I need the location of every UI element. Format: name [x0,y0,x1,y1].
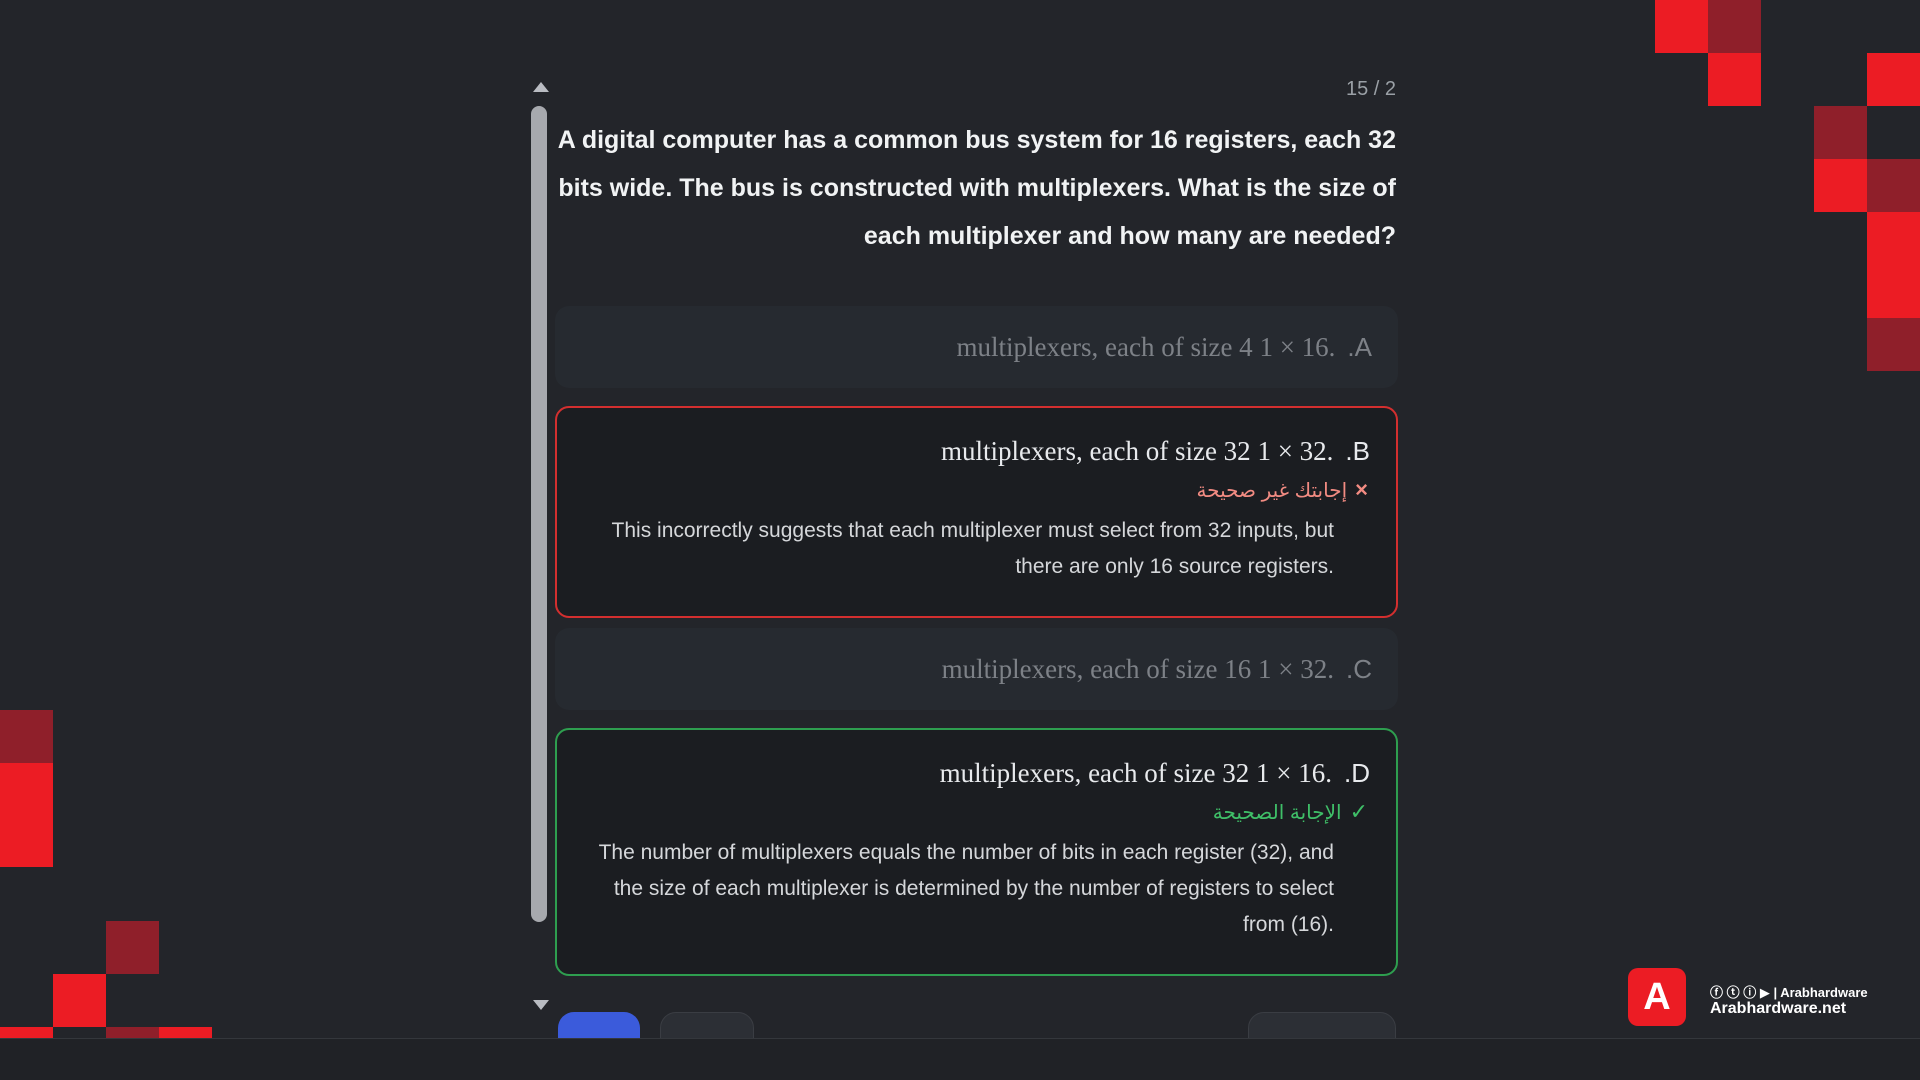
social-handles: ⓕ ⓣ ⓘ ▶ | Arabhardware [1710,985,1868,1000]
option-letter: C. [1345,653,1372,684]
wrong-answer-verdict: × إجابتك غير صحيحة [581,477,1370,503]
question-text: A digital computer has a common bus syst… [557,126,1396,250]
deco-square [0,763,53,867]
deco-square [1867,212,1920,318]
option-text: .32 × 1 multiplexers, each of size 32 [941,436,1334,466]
option-head: A. .16 × 1 multiplexers, each of size 4 [957,332,1372,363]
option-d[interactable]: D. .16 × 1 multiplexers, each of size 32… [555,728,1398,976]
option-head: B. .32 × 1 multiplexers, each of size 32 [581,436,1370,467]
check-icon: ✓ [1349,799,1368,824]
brand-site: Arabhardware.net [1710,1000,1847,1017]
question-counter: 15 / 2 [1345,78,1396,100]
correct-answer-verdict: ✓ الإجابة الصحيحة [581,799,1370,825]
option-explanation: This incorrectly suggests that each mult… [611,519,1334,578]
option-letter: B. [1345,436,1370,466]
option-letter: D. [1343,758,1370,788]
option-a[interactable]: A. .16 × 1 multiplexers, each of size 4 [555,306,1398,388]
video-frame: 15 / 2 A digital computer has a common b… [0,0,1920,1080]
scrollbar[interactable] [525,74,553,1016]
deco-square [1814,159,1867,212]
deco-square [0,710,53,763]
deco-square [1814,106,1867,159]
verdict-label: الإجابة الصحيحة [1212,801,1342,824]
option-explanation: The number of multiplexers equals the nu… [598,841,1334,936]
option-b[interactable]: B. .32 × 1 multiplexers, each of size 32… [555,406,1398,618]
deco-square [1708,53,1761,106]
deco-square [53,974,106,1027]
option-text: .16 × 1 multiplexers, each of size 4 [956,331,1336,362]
option-head: D. .16 × 1 multiplexers, each of size 32 [581,758,1370,789]
option-text: .16 × 1 multiplexers, each of size 32 [939,758,1332,788]
deco-square [1655,0,1708,53]
deco-square [1867,318,1920,371]
scroll-down-icon[interactable] [533,1000,549,1010]
bottom-bar [0,1038,1920,1080]
deco-square [106,921,159,974]
verdict-label: إجابتك غير صحيحة [1196,479,1348,502]
option-text: .32 × 1 multiplexers, each of size 16 [941,653,1334,684]
deco-square [1867,53,1920,106]
scroll-up-icon[interactable] [533,82,549,92]
scroll-thumb[interactable] [531,106,547,922]
option-letter: A. [1347,331,1372,362]
deco-square [1708,0,1761,53]
close-icon: × [1355,477,1368,502]
arabhardware-logo: A [1628,968,1686,1026]
option-c[interactable]: C. .32 × 1 multiplexers, each of size 16 [555,628,1398,710]
option-head: C. .32 × 1 multiplexers, each of size 16 [942,654,1372,685]
deco-square [1867,159,1920,212]
